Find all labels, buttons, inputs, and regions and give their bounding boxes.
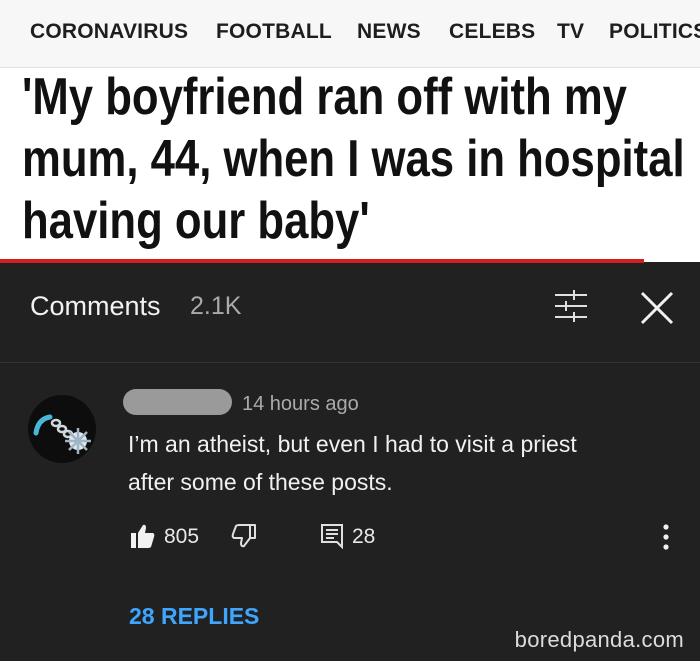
comment-timestamp: 14 hours ago xyxy=(242,393,359,415)
flail-avatar-icon[interactable] xyxy=(26,393,98,465)
comment-text: I’m an atheist, but even I had to visit … xyxy=(128,425,658,501)
nav-item-celebs[interactable]: CELEBS xyxy=(449,20,535,44)
comments-panel: Comments 2.1K 14 hours ago I’m an atheis… xyxy=(0,263,700,661)
reply-count: 28 xyxy=(352,525,376,548)
close-icon[interactable] xyxy=(638,289,676,327)
nav-item-football[interactable]: FOOTBALL xyxy=(216,20,332,44)
top-navigation: CORONAVIRUS FOOTBALL NEWS CELEBS TV POLI… xyxy=(0,0,700,68)
headline-line: 'My boyfriend ran off with my xyxy=(22,68,627,126)
comment-text-line: I’m an atheist, but even I had to visit … xyxy=(128,431,577,457)
article-headline: 'My boyfriend ran off with my mum, 44, w… xyxy=(22,66,694,252)
nav-item-politics[interactable]: POLITICS xyxy=(609,20,700,44)
news-article-header: CORONAVIRUS FOOTBALL NEWS CELEBS TV POLI… xyxy=(0,0,700,263)
view-replies-link[interactable]: 28 REPLIES xyxy=(129,603,259,630)
comment-actions: 805 28 xyxy=(0,523,700,563)
comments-header: Comments 2.1K xyxy=(0,263,700,363)
comment-text-line: after some of these posts. xyxy=(128,469,393,495)
reply-icon[interactable] xyxy=(320,523,344,550)
like-count: 805 xyxy=(164,525,200,548)
nav-item-news[interactable]: NEWS xyxy=(357,20,421,44)
comments-count: 2.1K xyxy=(190,292,242,320)
headline-line: mum, 44, when I was in hospital xyxy=(22,130,685,188)
watermark: boredpanda.com xyxy=(514,627,684,652)
comment-item: 14 hours ago I’m an atheist, but even I … xyxy=(0,363,700,661)
thumbs-up-icon[interactable] xyxy=(130,523,156,549)
author-name-redacted[interactable] xyxy=(123,389,232,415)
nav-item-coronavirus[interactable]: CORONAVIRUS xyxy=(30,20,188,44)
headline-line: having our baby' xyxy=(22,192,370,250)
nav-item-tv[interactable]: TV xyxy=(557,20,584,44)
comments-title: Comments xyxy=(30,291,161,321)
sort-filter-icon[interactable] xyxy=(552,289,590,323)
thumbs-down-icon[interactable] xyxy=(230,523,256,549)
more-vertical-icon[interactable] xyxy=(660,523,672,551)
